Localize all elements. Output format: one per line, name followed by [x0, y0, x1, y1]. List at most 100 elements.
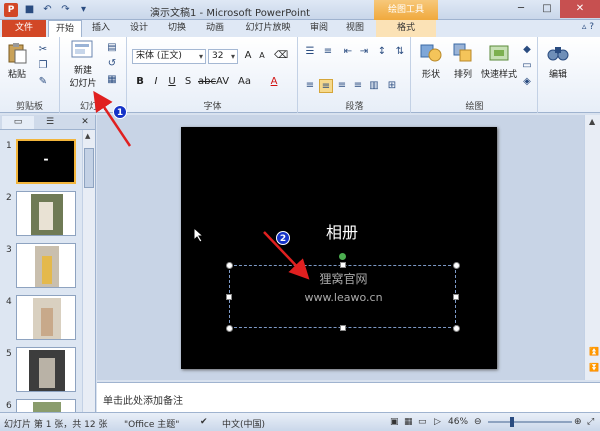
spellcheck-icon[interactable]: ✔: [200, 417, 208, 427]
align-left-icon[interactable]: ≡: [303, 79, 317, 93]
arrange-button[interactable]: 排列: [448, 41, 478, 80]
close-pane-icon[interactable]: ✕: [78, 116, 92, 129]
new-slide-button[interactable]: 新建 幻灯片: [65, 39, 101, 89]
slide-thumbnail[interactable]: [16, 243, 76, 288]
slides-tab-icon[interactable]: ▭: [2, 116, 34, 129]
slide-thumbnail[interactable]: [16, 191, 76, 236]
shape-fill-icon[interactable]: ◆: [520, 43, 534, 57]
scrollbar-thumb[interactable]: [84, 148, 94, 188]
change-case-icon[interactable]: Aa: [238, 75, 251, 89]
shape-effects-icon[interactable]: ◈: [520, 75, 534, 89]
outline-tab-icon[interactable]: ☰: [36, 116, 64, 129]
tab-format[interactable]: 格式: [376, 20, 436, 37]
tab-view[interactable]: 视图: [340, 20, 370, 37]
zoom-in-icon[interactable]: ⊕: [574, 417, 582, 427]
next-slide-icon[interactable]: ⏬: [589, 363, 599, 372]
slide-thumbnail[interactable]: [16, 347, 76, 392]
grow-font-icon[interactable]: A: [242, 49, 254, 63]
reading-view-icon[interactable]: ▭: [418, 417, 427, 427]
italic-icon[interactable]: I: [150, 75, 162, 89]
normal-view-icon[interactable]: ▣: [390, 417, 399, 427]
text-direction-icon[interactable]: ⇅: [393, 45, 407, 59]
clear-format-icon[interactable]: ⌫: [274, 49, 288, 63]
slide-thumbnail-row[interactable]: 1 ▬: [0, 139, 82, 187]
previous-slide-icon[interactable]: ⏫: [589, 347, 599, 356]
fit-to-window-icon[interactable]: ⤢: [587, 417, 594, 427]
strikethrough-icon[interactable]: abc: [198, 75, 216, 89]
slide-thumbnail[interactable]: [16, 399, 76, 412]
resize-handle[interactable]: [340, 325, 346, 331]
font-color-icon[interactable]: A: [268, 75, 280, 89]
resize-handle[interactable]: [226, 294, 232, 300]
help-icon[interactable]: ▵ ?: [582, 22, 594, 32]
minimize-icon[interactable]: ─: [508, 0, 534, 18]
smartart-icon[interactable]: ⊞: [385, 79, 399, 93]
tab-transitions[interactable]: 切换: [162, 20, 192, 37]
editing-button[interactable]: 编辑: [543, 41, 573, 80]
tab-animations[interactable]: 动画: [200, 20, 230, 37]
shapes-button[interactable]: 形状: [416, 41, 446, 80]
distribute-icon[interactable]: ▥: [367, 79, 381, 93]
layout-icon[interactable]: ▤: [105, 41, 119, 55]
slide-sorter-icon[interactable]: ▦: [404, 417, 413, 427]
slide-title[interactable]: 相册: [181, 219, 497, 243]
bold-icon[interactable]: B: [134, 75, 146, 89]
resize-handle[interactable]: [453, 325, 460, 332]
tab-file[interactable]: 文件: [2, 20, 46, 37]
justify-icon[interactable]: ≡: [351, 79, 365, 93]
line-spacing-icon[interactable]: ↕: [375, 45, 389, 59]
notes-placeholder[interactable]: 单击此处添加备注: [103, 392, 183, 407]
language-status[interactable]: 中文(中国): [222, 417, 265, 430]
zoom-level[interactable]: 46%: [448, 417, 468, 427]
shadow-icon[interactable]: S: [182, 75, 194, 89]
paste-button[interactable]: 粘贴: [4, 41, 30, 80]
maximize-icon[interactable]: □: [534, 0, 560, 18]
tab-insert[interactable]: 插入: [86, 20, 116, 37]
reset-icon[interactable]: ↺: [105, 57, 119, 71]
slide-thumbnail-row[interactable]: 6: [0, 399, 82, 412]
slide-scrollbar[interactable]: ▲ ⏫ ⏬: [584, 115, 600, 380]
bullets-icon[interactable]: ☰: [303, 45, 317, 59]
zoom-slider-thumb[interactable]: [510, 417, 514, 427]
close-icon[interactable]: ✕: [560, 0, 600, 18]
tab-design[interactable]: 设计: [124, 20, 154, 37]
zoom-out-icon[interactable]: ⊖: [474, 417, 482, 427]
char-spacing-icon[interactable]: AV: [216, 75, 229, 89]
scroll-up-icon[interactable]: ▲: [85, 132, 90, 140]
resize-handle[interactable]: [226, 262, 233, 269]
subtitle-line-1[interactable]: 狸窝官网: [230, 270, 457, 287]
tab-slideshow[interactable]: 幻灯片放映: [238, 20, 298, 37]
redo-icon[interactable]: ↷: [58, 2, 73, 17]
numbering-icon[interactable]: ≡: [321, 45, 335, 59]
thumbnail-scrollbar[interactable]: ▲: [82, 130, 95, 412]
slide-thumbnail-row[interactable]: 4: [0, 295, 82, 343]
slide-thumbnail-row[interactable]: 2: [0, 191, 82, 239]
align-right-icon[interactable]: ≡: [335, 79, 349, 93]
scroll-up-icon[interactable]: ▲: [589, 117, 595, 126]
customize-qat-icon[interactable]: ▾: [76, 2, 91, 17]
slide-thumbnail-row[interactable]: 5: [0, 347, 82, 395]
rotation-handle[interactable]: [339, 253, 346, 260]
tab-home[interactable]: 开始: [48, 20, 82, 37]
tab-review[interactable]: 审阅: [304, 20, 334, 37]
font-size-select[interactable]: 32: [208, 49, 238, 64]
subtitle-line-2[interactable]: www.leawo.cn: [230, 291, 457, 304]
notes-pane[interactable]: 单击此处添加备注: [97, 382, 600, 412]
format-painter-icon[interactable]: ✎: [36, 75, 50, 89]
slide-thumbnail-row[interactable]: 3: [0, 243, 82, 291]
quick-styles-button[interactable]: 快速样式: [480, 41, 518, 80]
cut-icon[interactable]: ✂: [36, 43, 50, 57]
underline-icon[interactable]: U: [166, 75, 178, 89]
decrease-indent-icon[interactable]: ⇤: [341, 45, 355, 59]
align-center-icon[interactable]: ≡: [319, 79, 333, 93]
shape-outline-icon[interactable]: ▭: [520, 59, 534, 73]
increase-indent-icon[interactable]: ⇥: [357, 45, 371, 59]
resize-handle[interactable]: [453, 294, 459, 300]
copy-icon[interactable]: ❐: [36, 59, 50, 73]
section-icon[interactable]: ▦: [105, 73, 119, 87]
resize-handle[interactable]: [226, 325, 233, 332]
powerpoint-logo-icon[interactable]: P: [4, 3, 18, 17]
zoom-slider[interactable]: [488, 417, 572, 427]
font-name-select[interactable]: 宋体 (正文): [132, 49, 206, 64]
subtitle-placeholder[interactable]: 狸窝官网 www.leawo.cn: [226, 262, 460, 332]
